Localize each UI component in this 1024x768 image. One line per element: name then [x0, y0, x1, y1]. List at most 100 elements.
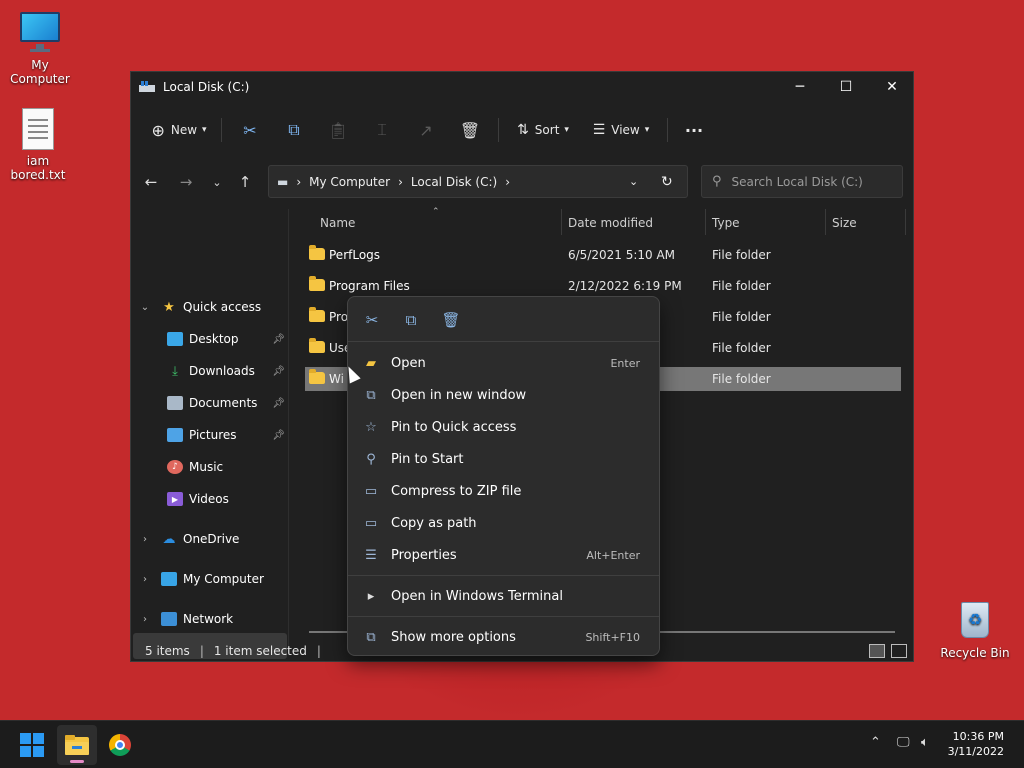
- start-button[interactable]: [12, 725, 52, 765]
- breadcrumb-local-disk[interactable]: Local Disk (C:): [411, 175, 497, 189]
- menu-item-shortcut: Alt+Enter: [586, 548, 640, 562]
- folder-icon: [309, 245, 325, 260]
- back-button[interactable]: ←: [137, 169, 165, 195]
- pin-icon: 📌︎: [272, 333, 285, 345]
- copy-icon: ⧉: [288, 120, 300, 139]
- maximize-button[interactable]: ☐: [823, 72, 869, 102]
- address-bar[interactable]: ▬ › My Computer › Local Disk (C:) › ⌄ ↻: [268, 165, 688, 198]
- file-date: 6/5/2021 5:10 AM: [568, 248, 676, 262]
- recent-locations-button[interactable]: ⌄: [203, 169, 231, 195]
- desktop-icon-label: iam bored.txt: [10, 154, 66, 182]
- menu-item-label: Open in new window: [391, 387, 527, 403]
- desktop-icon-recycle-bin[interactable]: ♻ Recycle Bin: [935, 598, 1015, 660]
- active-indicator: [70, 760, 84, 763]
- menu-item-pin-start[interactable]: ⚲ Pin to Start: [353, 443, 656, 475]
- nav-label: Network: [183, 612, 234, 626]
- clock[interactable]: 10:36 PM 3/11/2022: [948, 729, 1004, 759]
- sort-label: Sort: [534, 123, 560, 137]
- large-icons-view-button[interactable]: [891, 644, 907, 658]
- chevron-right-icon[interactable]: ›: [139, 574, 151, 585]
- show-hidden-icons-button[interactable]: ⌃: [870, 735, 881, 750]
- menu-item-pin-quick-access[interactable]: ☆ Pin to Quick access: [353, 411, 656, 443]
- nav-my-computer[interactable]: › My Computer: [131, 567, 281, 591]
- search-box[interactable]: ⚲ Search Local Disk (C:): [701, 165, 903, 198]
- cut-button[interactable]: ✂: [361, 309, 383, 331]
- menu-item-copy-path[interactable]: ▭ Copy as path: [353, 507, 656, 539]
- taskbar-file-explorer[interactable]: [57, 725, 97, 765]
- desktop-icon-label: Recycle Bin: [940, 646, 1010, 660]
- toolbar-divider: [667, 118, 668, 142]
- close-button[interactable]: ✕: [869, 72, 915, 102]
- copy-button[interactable]: ⧉: [272, 114, 316, 146]
- menu-item-show-more-options[interactable]: ⧉ Show more options Shift+F10: [353, 621, 656, 653]
- menu-item-open-new-window[interactable]: ⧉ Open in new window: [353, 379, 656, 411]
- nav-pictures[interactable]: Pictures 📌︎: [167, 423, 285, 447]
- nav-onedrive[interactable]: › ☁ OneDrive: [131, 527, 281, 551]
- nav-quick-access[interactable]: ⌄ ★ Quick access: [131, 295, 281, 319]
- menu-item-label: Pin to Quick access: [391, 419, 517, 435]
- menu-item-label: Show more options: [391, 629, 516, 645]
- delete-button[interactable]: 🗑︎: [448, 114, 492, 146]
- address-dropdown-icon[interactable]: ⌄: [629, 175, 638, 188]
- up-button[interactable]: ↑: [231, 169, 259, 195]
- details-view-button[interactable]: [869, 644, 885, 658]
- column-divider[interactable]: [705, 209, 706, 235]
- sort-icon: ⇅: [517, 122, 529, 138]
- taskbar: ⌃ 🖵︎ 🔈︎ 10:36 PM 3/11/2022: [0, 720, 1024, 768]
- menu-item-compress-zip[interactable]: ▭ Compress to ZIP file: [353, 475, 656, 507]
- column-divider[interactable]: [825, 209, 826, 235]
- chevron-right-icon[interactable]: ›: [139, 614, 151, 625]
- context-menu: ✂ ⧉ 🗑︎ ▰ Open Enter ⧉ Open in new window…: [347, 296, 660, 656]
- picture-icon: [167, 428, 183, 442]
- star-icon: ★: [163, 299, 175, 315]
- cut-button[interactable]: ✂: [228, 114, 272, 146]
- copy-button[interactable]: ⧉: [400, 309, 422, 331]
- share-button[interactable]: ↗: [404, 114, 448, 146]
- view-button[interactable]: ☰ View ▾: [581, 114, 661, 146]
- new-button[interactable]: ⊕ New ▾: [143, 114, 215, 146]
- scissors-icon: ✂: [365, 311, 379, 329]
- file-row[interactable]: PerfLogs 6/5/2021 5:10 AM File folder: [305, 243, 901, 267]
- text-file-icon: [22, 108, 54, 150]
- recycle-bin-icon: ♻: [953, 598, 997, 642]
- menu-item-shortcut: Enter: [610, 356, 640, 370]
- column-header-size[interactable]: Size: [832, 216, 857, 230]
- properties-icon: ☰: [365, 547, 377, 563]
- sort-button[interactable]: ⇅ Sort ▾: [505, 114, 581, 146]
- nav-music[interactable]: ♪ Music: [167, 455, 285, 479]
- nav-videos[interactable]: ▶ Videos: [167, 487, 285, 511]
- nav-desktop[interactable]: Desktop 📌︎: [167, 327, 285, 351]
- command-bar: ⊕ New ▾ ✂ ⧉ 📋︎ ⌶ ↗ 🗑︎ ⇅ Sort ▾ ☰ View ▾ …: [131, 110, 913, 150]
- desktop-icon-my-computer[interactable]: My Computer: [0, 10, 80, 86]
- volume-icon[interactable]: 🔈︎: [921, 735, 929, 750]
- desktop-icon-text-file[interactable]: iam bored.txt: [0, 108, 78, 182]
- nav-network[interactable]: › Network: [131, 607, 281, 631]
- file-row[interactable]: Program Files 2/12/2022 6:19 PM File fol…: [305, 274, 901, 298]
- column-header-type[interactable]: Type: [712, 216, 740, 230]
- paste-button[interactable]: 📋︎: [316, 114, 360, 146]
- nav-documents[interactable]: Documents 📌︎: [167, 391, 285, 415]
- star-icon: ☆: [365, 419, 377, 435]
- music-icon: ♪: [167, 460, 183, 474]
- column-divider[interactable]: [905, 209, 906, 235]
- taskbar-chrome[interactable]: [100, 725, 140, 765]
- forward-button[interactable]: →: [172, 169, 200, 195]
- menu-item-properties[interactable]: ☰ Properties Alt+Enter: [353, 539, 656, 571]
- chevron-right-icon[interactable]: ›: [139, 534, 151, 545]
- breadcrumb-my-computer[interactable]: My Computer: [309, 175, 390, 189]
- network-icon[interactable]: 🖵︎: [897, 735, 910, 750]
- column-header-date[interactable]: Date modified: [568, 216, 653, 230]
- chevron-down-icon[interactable]: ⌄: [139, 302, 151, 313]
- menu-item-open-terminal[interactable]: ▸ Open in Windows Terminal: [353, 580, 656, 612]
- menu-item-open[interactable]: ▰ Open Enter: [353, 347, 656, 379]
- nav-downloads[interactable]: ⤓ Downloads 📌︎: [167, 359, 285, 383]
- more-button[interactable]: ···: [674, 114, 714, 146]
- column-header-name[interactable]: Name: [320, 216, 355, 230]
- rename-button[interactable]: ⌶: [360, 114, 404, 146]
- delete-button[interactable]: 🗑︎: [440, 309, 462, 331]
- refresh-icon[interactable]: ↻: [661, 174, 673, 190]
- menu-item-label: Copy as path: [391, 515, 477, 531]
- column-divider[interactable]: [561, 209, 562, 235]
- minimize-button[interactable]: ─: [777, 72, 823, 102]
- download-icon: ⤓: [172, 363, 178, 379]
